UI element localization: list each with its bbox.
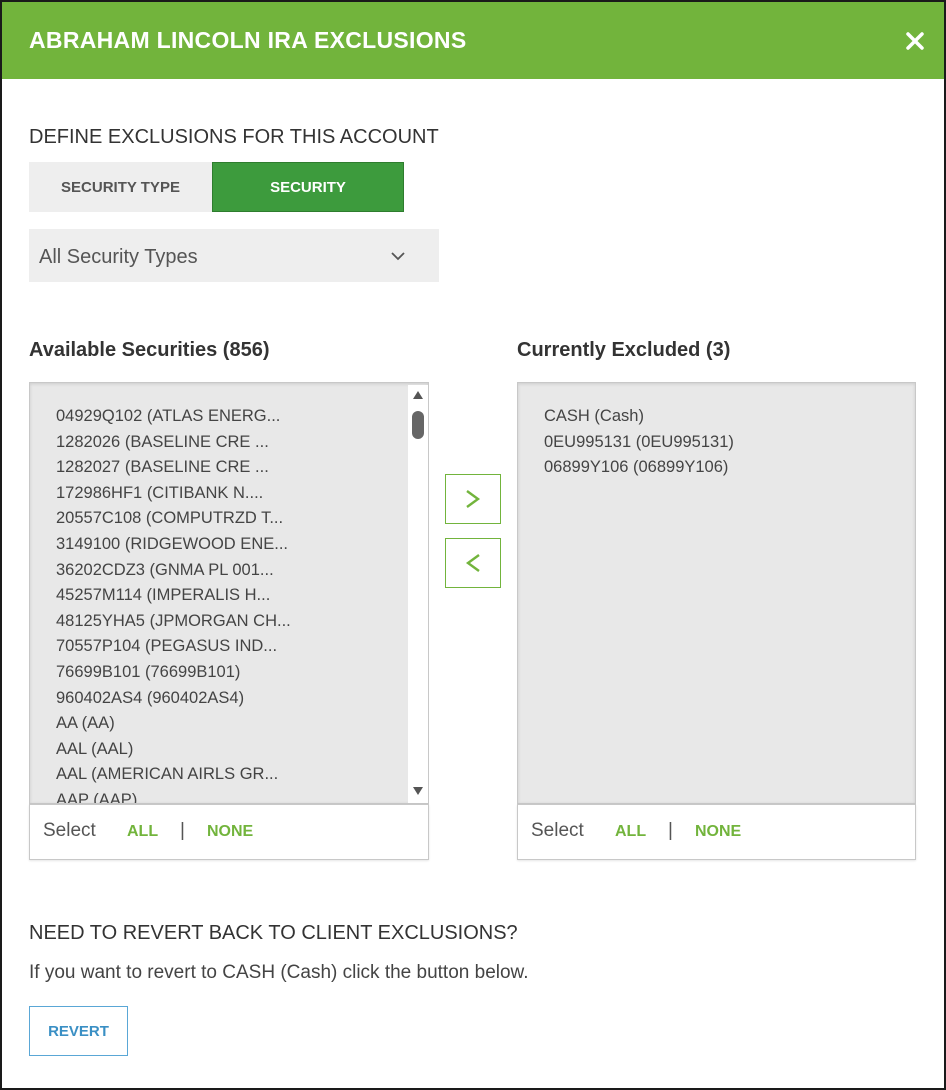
excluded-items: CASH (Cash) 0EU995131 (0EU995131) 06899Y…: [544, 404, 893, 481]
chevron-right-icon: [466, 490, 481, 508]
select-label: Select: [531, 820, 584, 841]
list-item[interactable]: AAL (AAL): [56, 737, 406, 763]
list-item[interactable]: 76699B101 (76699B101): [56, 660, 406, 686]
revert-button[interactable]: REVERT: [29, 1006, 128, 1056]
exclusions-dialog: ABRAHAM LINCOLN IRA EXCLUSIONS DEFINE EX…: [0, 0, 946, 1090]
list-item[interactable]: CASH (Cash): [544, 404, 893, 430]
security-type-dropdown[interactable]: All Security Types: [29, 229, 439, 282]
list-item[interactable]: 45257M114 (IMPERALIS H...: [56, 583, 406, 609]
list-item[interactable]: 04929Q102 (ATLAS ENERG...: [56, 404, 406, 430]
list-item[interactable]: 1282026 (BASELINE CRE ...: [56, 430, 406, 456]
dialog-title: ABRAHAM LINCOLN IRA EXCLUSIONS: [29, 27, 467, 53]
available-securities-heading: Available Securities (856): [29, 339, 270, 361]
select-label: Select: [43, 820, 96, 841]
scroll-up-arrow-icon[interactable]: [413, 391, 423, 399]
revert-title: NEED TO REVERT BACK TO CLIENT EXCLUSIONS…: [29, 922, 518, 944]
currently-excluded-heading: Currently Excluded (3): [517, 339, 731, 361]
revert-description: If you want to revert to CASH (Cash) cli…: [29, 962, 529, 983]
chevron-left-icon: [465, 554, 480, 572]
list-item[interactable]: AAP (AAP): [56, 788, 406, 803]
list-item[interactable]: 20557C108 (COMPUTRZD T...: [56, 506, 406, 532]
list-item[interactable]: 960402AS4 (960402AS4): [56, 686, 406, 712]
add-to-excluded-button[interactable]: [445, 474, 501, 524]
list-item[interactable]: 0EU995131 (0EU995131): [544, 430, 893, 456]
available-securities-list[interactable]: 04929Q102 (ATLAS ENERG... 1282026 (BASEL…: [29, 382, 429, 804]
list-item[interactable]: 36202CDZ3 (GNMA PL 001...: [56, 558, 406, 584]
scroll-thumb[interactable]: [412, 411, 424, 439]
security-tab[interactable]: SECURITY: [212, 162, 404, 212]
dialog-header: ABRAHAM LINCOLN IRA EXCLUSIONS: [2, 2, 944, 79]
excluded-select-bar: Select ALL | NONE: [517, 804, 916, 860]
list-item[interactable]: 70557P104 (PEGASUS IND...: [56, 634, 406, 660]
available-list-scrollbar[interactable]: [408, 385, 428, 803]
select-separator: |: [180, 820, 185, 841]
define-exclusions-title: DEFINE EXCLUSIONS FOR THIS ACCOUNT: [29, 126, 439, 148]
list-item[interactable]: AAL (AMERICAN AIRLS GR...: [56, 762, 406, 788]
available-select-bar: Select ALL | NONE: [29, 804, 429, 860]
security-type-tab[interactable]: SECURITY TYPE: [29, 162, 212, 212]
currently-excluded-list[interactable]: CASH (Cash) 0EU995131 (0EU995131) 06899Y…: [517, 382, 916, 804]
excluded-select-all-link[interactable]: ALL: [615, 823, 646, 841]
chevron-down-icon: [391, 252, 405, 261]
list-item[interactable]: AA (AA): [56, 711, 406, 737]
list-item[interactable]: 1282027 (BASELINE CRE ...: [56, 455, 406, 481]
close-icon: [906, 32, 924, 50]
list-item[interactable]: 172986HF1 (CITIBANK N....: [56, 481, 406, 507]
available-select-none-link[interactable]: NONE: [207, 823, 253, 841]
close-button[interactable]: [900, 26, 930, 56]
select-separator: |: [668, 820, 673, 841]
list-item[interactable]: 48125YHA5 (JPMORGAN CH...: [56, 609, 406, 635]
scroll-down-arrow-icon[interactable]: [413, 787, 423, 795]
security-type-dropdown-value: All Security Types: [39, 246, 198, 268]
available-select-all-link[interactable]: ALL: [127, 823, 158, 841]
list-item[interactable]: 3149100 (RIDGEWOOD ENE...: [56, 532, 406, 558]
available-items: 04929Q102 (ATLAS ENERG... 1282026 (BASEL…: [56, 404, 406, 803]
excluded-select-none-link[interactable]: NONE: [695, 823, 741, 841]
list-item[interactable]: 06899Y106 (06899Y106): [544, 455, 893, 481]
exclusion-mode-toggle: SECURITY TYPE SECURITY: [29, 162, 404, 212]
remove-from-excluded-button[interactable]: [445, 538, 501, 588]
